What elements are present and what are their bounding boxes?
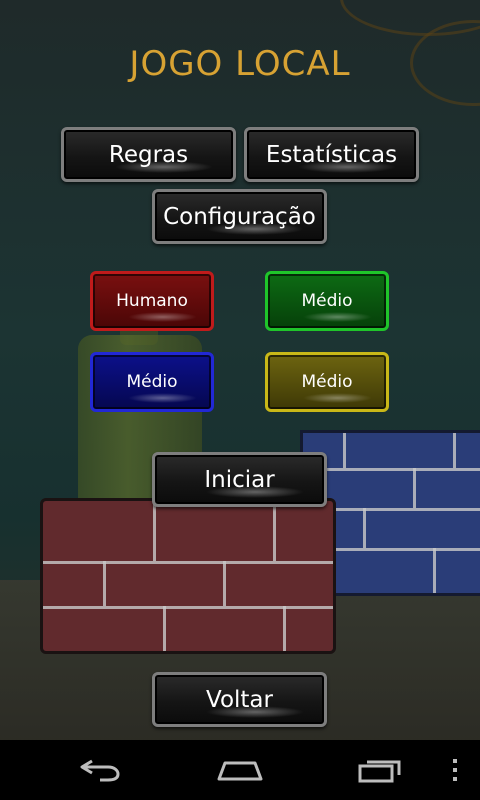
recent-apps-icon[interactable] — [330, 740, 430, 800]
player-3-blue-button[interactable]: Médio — [90, 352, 214, 412]
statistics-button[interactable]: Estatísticas — [244, 127, 419, 182]
home-icon[interactable] — [190, 740, 290, 800]
player-4-yellow-button[interactable]: Médio — [265, 352, 389, 412]
background-scene — [0, 0, 480, 740]
player-1-red-button[interactable]: Humano — [90, 271, 214, 331]
start-button[interactable]: Iniciar — [152, 452, 327, 507]
background-red-wall — [40, 498, 336, 654]
overflow-menu-icon[interactable] — [430, 740, 480, 800]
back-arrow-icon[interactable] — [50, 740, 150, 800]
navigation-bar — [0, 740, 480, 800]
settings-button[interactable]: Configuração — [152, 189, 327, 244]
back-button[interactable]: Voltar — [152, 672, 327, 727]
rules-button[interactable]: Regras — [61, 127, 236, 182]
player-2-green-button[interactable]: Médio — [265, 271, 389, 331]
page-title: JOGO LOCAL — [129, 44, 351, 84]
